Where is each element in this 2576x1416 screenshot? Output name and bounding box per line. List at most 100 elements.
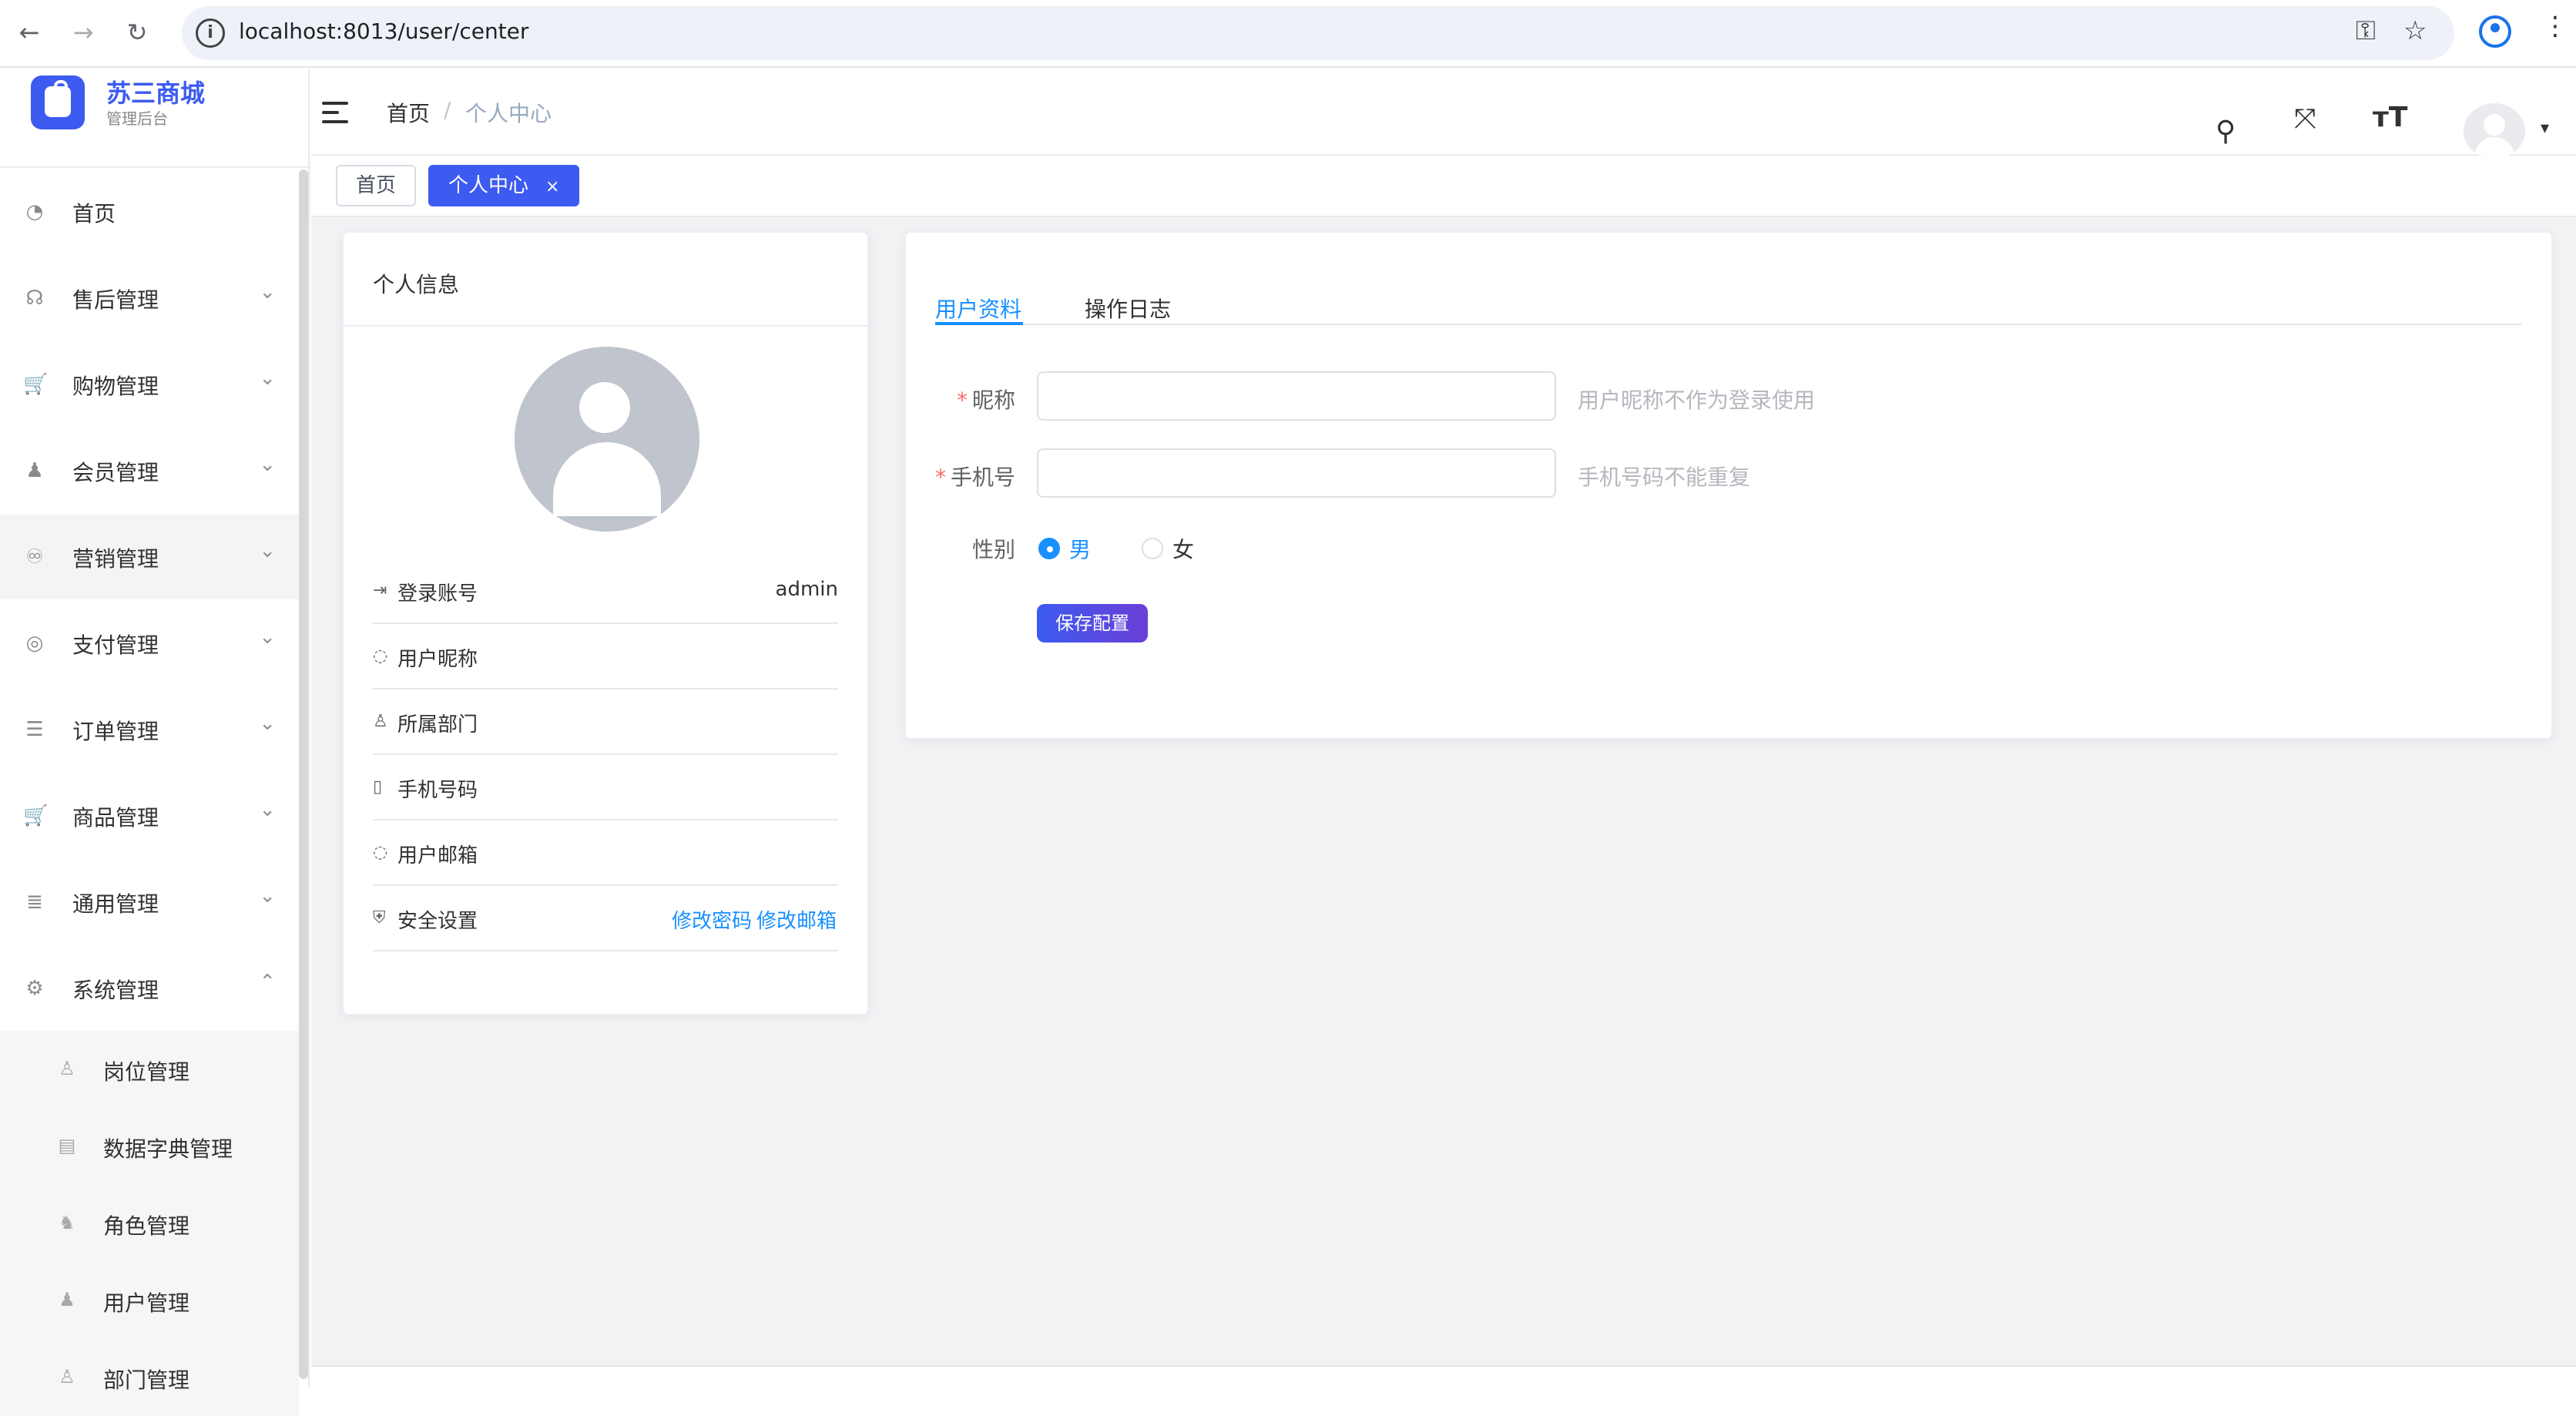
chevron-down-icon: ⌄: [259, 798, 276, 821]
user-avatar[interactable]: [2464, 103, 2525, 159]
profile-info-row: ♙ 所属部门: [373, 690, 838, 755]
chevron-down-icon: ⌄: [259, 280, 276, 304]
member-icon: ♟: [25, 459, 44, 482]
sidebar-item-label: 首页: [72, 201, 116, 226]
top-navbar: 首页 / 个人中心 ⚲ ⤧ ᴛT ▾: [311, 69, 2576, 159]
address-bar[interactable]: i localhost:8013/user/center ⚿ ☆: [182, 6, 2454, 60]
sidebar-item-label: 会员管理: [72, 460, 159, 485]
reload-icon[interactable]: ↻: [122, 15, 153, 49]
profile-info-row: ⛨ 安全设置 修改密码 修改邮箱: [373, 887, 838, 951]
tag-current[interactable]: 个人中心 ×: [428, 165, 580, 206]
profile-card-header: 个人信息: [344, 233, 867, 327]
dashboard-icon: ◔: [25, 200, 44, 223]
brand-title: 苏三商城: [106, 79, 206, 108]
chevron-down-icon: ⌄: [259, 626, 276, 649]
tag-home-label: 首页: [356, 174, 397, 197]
sidebar-item-label: 通用管理: [72, 891, 159, 917]
gender-male-label[interactable]: 男: [1069, 533, 1091, 564]
search-icon[interactable]: ⚲: [2215, 116, 2236, 147]
sidebar-subitem[interactable]: ♙ 部门管理: [0, 1339, 299, 1416]
gender-female-label[interactable]: 女: [1172, 533, 1194, 564]
chevron-down-icon: ⌄: [259, 367, 276, 390]
tag-home[interactable]: 首页: [336, 165, 417, 206]
caret-down-icon[interactable]: ▾: [2541, 119, 2549, 138]
profile-info-row: ▯ 手机号码: [373, 756, 838, 820]
divider: [311, 1365, 2576, 1367]
password-key-icon[interactable]: ⚿: [2356, 15, 2376, 46]
nickname-input[interactable]: [1037, 371, 1556, 421]
sidebar-item[interactable]: ☰ 订单管理 ⌄: [0, 687, 299, 772]
sidebar-subitem-label: 部门管理: [103, 1367, 190, 1393]
font-size-icon[interactable]: ᴛT: [2373, 102, 2407, 133]
phone-input[interactable]: [1037, 448, 1556, 498]
tab-operation-log[interactable]: 操作日志: [1085, 293, 1171, 324]
collapse-menu-icon[interactable]: [322, 102, 348, 125]
tabs-divider: [935, 324, 2522, 325]
profile-card: 个人信息 ⇥ 登录账号 admin ◌ 用户昵称 ♙ 所属部门 ▯ 手机号码 ◌ 用户邮箱 ⛨ 安全设置…: [342, 231, 869, 1015]
chevron-down-icon: ⌄: [259, 712, 276, 735]
user-icon: ♟: [59, 1289, 75, 1310]
sidebar-subitem-label: 岗位管理: [103, 1059, 190, 1085]
shield-icon: ⛨: [373, 908, 386, 928]
sidebar-item[interactable]: ♾ 营销管理 ⌄: [0, 515, 299, 599]
required-mark: *: [934, 465, 946, 490]
profile-info-label: 登录账号: [397, 582, 478, 606]
profile-info-label: 安全设置: [397, 910, 478, 933]
gender-male-radio[interactable]: [1038, 538, 1060, 559]
browser-profile-icon[interactable]: [2479, 15, 2511, 48]
tab-user-profile[interactable]: 用户资料: [935, 293, 1021, 324]
site-info-icon[interactable]: i: [196, 18, 225, 48]
fullscreen-icon[interactable]: ⤧: [2294, 103, 2316, 136]
sidebar-subitem[interactable]: ♙ 岗位管理: [0, 1031, 299, 1108]
sidebar-item[interactable]: ◎ 支付管理 ⌄: [0, 601, 299, 686]
dictionary-icon: ▤: [58, 1135, 76, 1156]
browser-toolbar: ← → ↻ i localhost:8013/user/center ⚿ ☆ ⋮: [0, 0, 2576, 68]
profile-info-row: ◌ 用户邮箱: [373, 821, 838, 886]
profile-card-title: 个人信息: [373, 272, 460, 297]
gender-female-radio[interactable]: [1142, 538, 1163, 559]
gear-icon: ⚙: [25, 977, 44, 1000]
change-password-link[interactable]: 修改密码: [672, 905, 752, 934]
role-icon: ♞: [59, 1212, 75, 1233]
save-button[interactable]: 保存配置: [1037, 604, 1148, 643]
back-icon[interactable]: ←: [14, 15, 45, 49]
sidebar-item[interactable]: ♟ 会员管理 ⌄: [0, 428, 299, 513]
bookmark-star-icon[interactable]: ☆: [2403, 15, 2427, 46]
breadcrumb-current: 个人中心: [465, 101, 552, 126]
profile-info-value: admin: [775, 578, 838, 601]
profile-avatar[interactable]: [515, 347, 699, 532]
shop-logo-icon: [31, 75, 85, 129]
sidebar-subitem[interactable]: ♞ 角色管理: [0, 1185, 299, 1262]
sidebar-item[interactable]: ⚙ 系统管理 ⌃: [0, 946, 299, 1031]
sidebar-scrollbar[interactable]: [299, 169, 308, 1379]
sidebar-subitem-label: 数据字典管理: [103, 1136, 233, 1162]
sidebar-item[interactable]: 🛒 购物管理 ⌄: [0, 342, 299, 427]
phone-label: * 手机号: [923, 461, 1015, 492]
sidebar-item[interactable]: ☊ 售后管理 ⌄: [0, 256, 299, 341]
sidebar-item-label: 商品管理: [72, 805, 159, 830]
phone-label-text: 手机号: [950, 465, 1015, 490]
sidebar-subitem-label: 角色管理: [103, 1213, 190, 1239]
sidebar-subitem[interactable]: ▤ 数据字典管理: [0, 1108, 299, 1185]
close-icon[interactable]: ×: [545, 177, 559, 196]
browser-menu-icon[interactable]: ⋮: [2542, 11, 2568, 42]
sidebar-item[interactable]: ≣ 通用管理 ⌄: [0, 860, 299, 945]
list-icon: ☰: [25, 718, 44, 741]
sidebar-item-label: 售后管理: [72, 287, 159, 313]
sidebar-item-label: 系统管理: [72, 978, 159, 1003]
sidebar-item[interactable]: ◔ 首页: [0, 169, 299, 254]
nickname-hint: 用户昵称不作为登录使用: [1578, 388, 1816, 413]
user-form-card: 用户资料 操作日志 * 昵称 用户昵称不作为登录使用 * 手机号 手机号码不能重复 …: [904, 231, 2553, 740]
change-email-link[interactable]: 修改邮箱: [756, 905, 837, 934]
chevron-down-icon: ⌄: [259, 884, 276, 908]
sidebar-subitem-label: 用户管理: [103, 1290, 190, 1316]
forward-icon[interactable]: →: [68, 15, 99, 49]
chevron-up-icon: ⌃: [259, 971, 276, 994]
sidebar-item[interactable]: 🛒 商品管理 ⌄: [0, 773, 299, 858]
sidebar-subitem[interactable]: ♟ 用户管理: [0, 1262, 299, 1339]
login-icon: ⇥: [373, 581, 387, 600]
profile-info-label: 用户昵称: [397, 648, 478, 671]
breadcrumb-home[interactable]: 首页: [387, 97, 430, 128]
department-icon: ♙: [373, 712, 388, 731]
url-text[interactable]: localhost:8013/user/center: [239, 18, 528, 44]
